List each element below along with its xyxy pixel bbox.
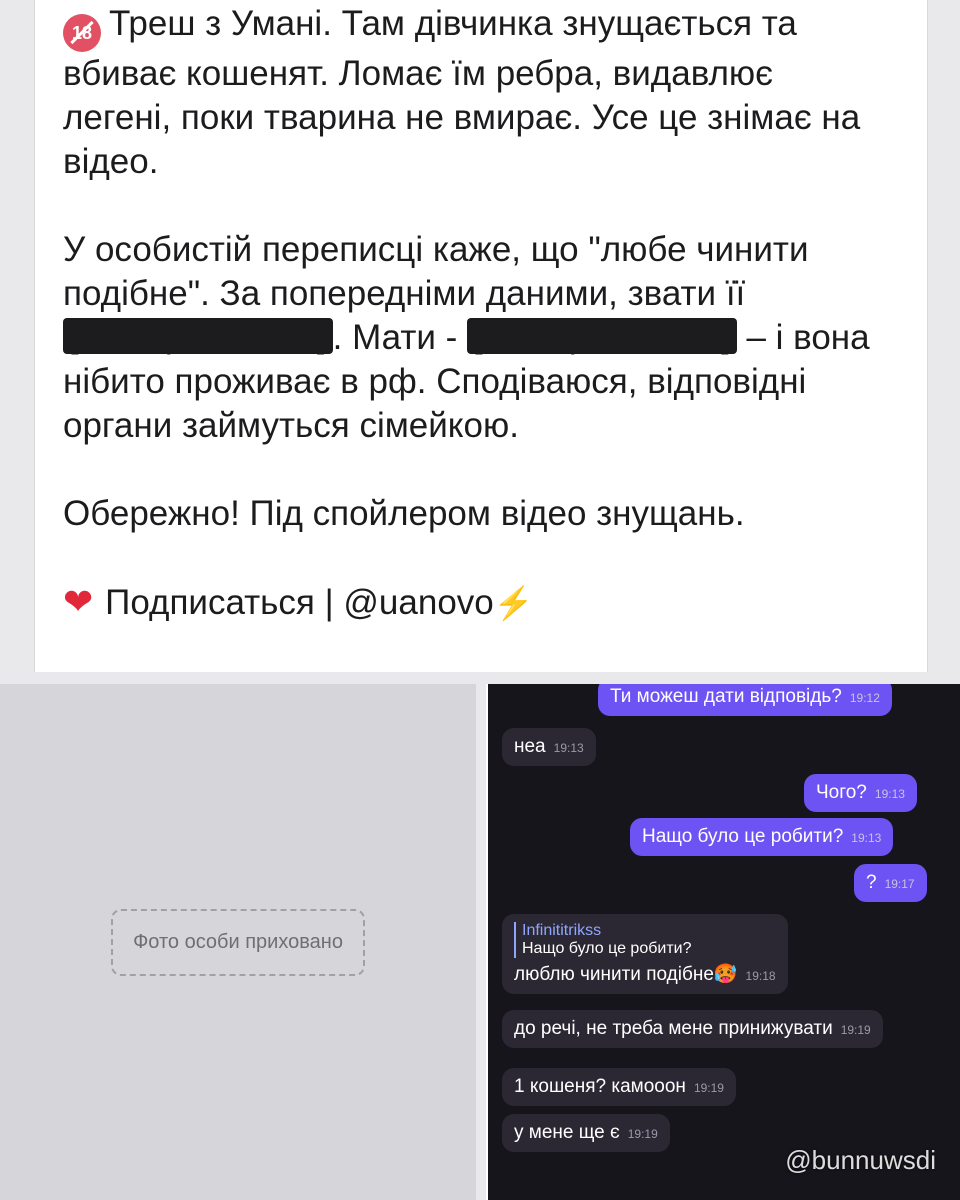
age-restriction-icon: 18 <box>63 14 101 52</box>
photo-panel: Фото особи приховано <box>0 684 476 1200</box>
lightning-icon: ⚡ <box>493 585 534 621</box>
post-paragraph-2-mid: . Мати - <box>332 318 458 357</box>
chat-message-in: у мене ще є 19:19 <box>502 1114 670 1152</box>
chat-screenshot: Ти можеш дати відповідь? 19:12 неа 19:13 Ч… <box>486 684 960 1200</box>
subscribe-link[interactable]: Подписаться | @uanovo <box>105 583 494 622</box>
chat-message-out: Чого? 19:13 <box>804 774 917 812</box>
chat-message-out: Нащо було це робити? 19:13 <box>630 818 894 856</box>
reply-quote: Infinititrikss Нащо було це робити? <box>514 922 776 958</box>
post-card: 18 Треш з Умані. Там дівчинка знущається … <box>34 0 928 672</box>
redacted-name: [ім'я приховано] <box>63 318 333 354</box>
chat-message-in: до речі, не треба мене принижувати 19:19 <box>502 1010 883 1048</box>
post-paragraph-1: Треш з Умані. Там дівчинка знущається та… <box>63 4 861 181</box>
photo-placeholder: Фото особи приховано <box>111 908 365 976</box>
chat-message-out: ? 19:17 <box>854 864 927 902</box>
chat-message-in: неа 19:13 <box>502 728 596 766</box>
chat-message-in-reply: Infinititrikss Нащо було це робити? любл… <box>502 914 788 994</box>
post-paragraph-2-start: У особистій переписці каже, що "любе чин… <box>63 230 809 313</box>
redacted-name-mother: [ім'я приховано] <box>467 318 737 354</box>
chat-message-in: 1 кошеня? камооон 19:19 <box>502 1068 736 1106</box>
watermark: @bunnuwsdi <box>785 1145 936 1175</box>
post-paragraph-3: Обережно! Під спойлером відео знущань. <box>63 494 745 533</box>
heart-icon: ❤ <box>63 581 94 622</box>
post-text: 18 Треш з Умані. Там дівчинка знущається … <box>63 2 887 625</box>
chat-message-out: Ти можеш дати відповідь? 19:12 <box>598 684 892 716</box>
